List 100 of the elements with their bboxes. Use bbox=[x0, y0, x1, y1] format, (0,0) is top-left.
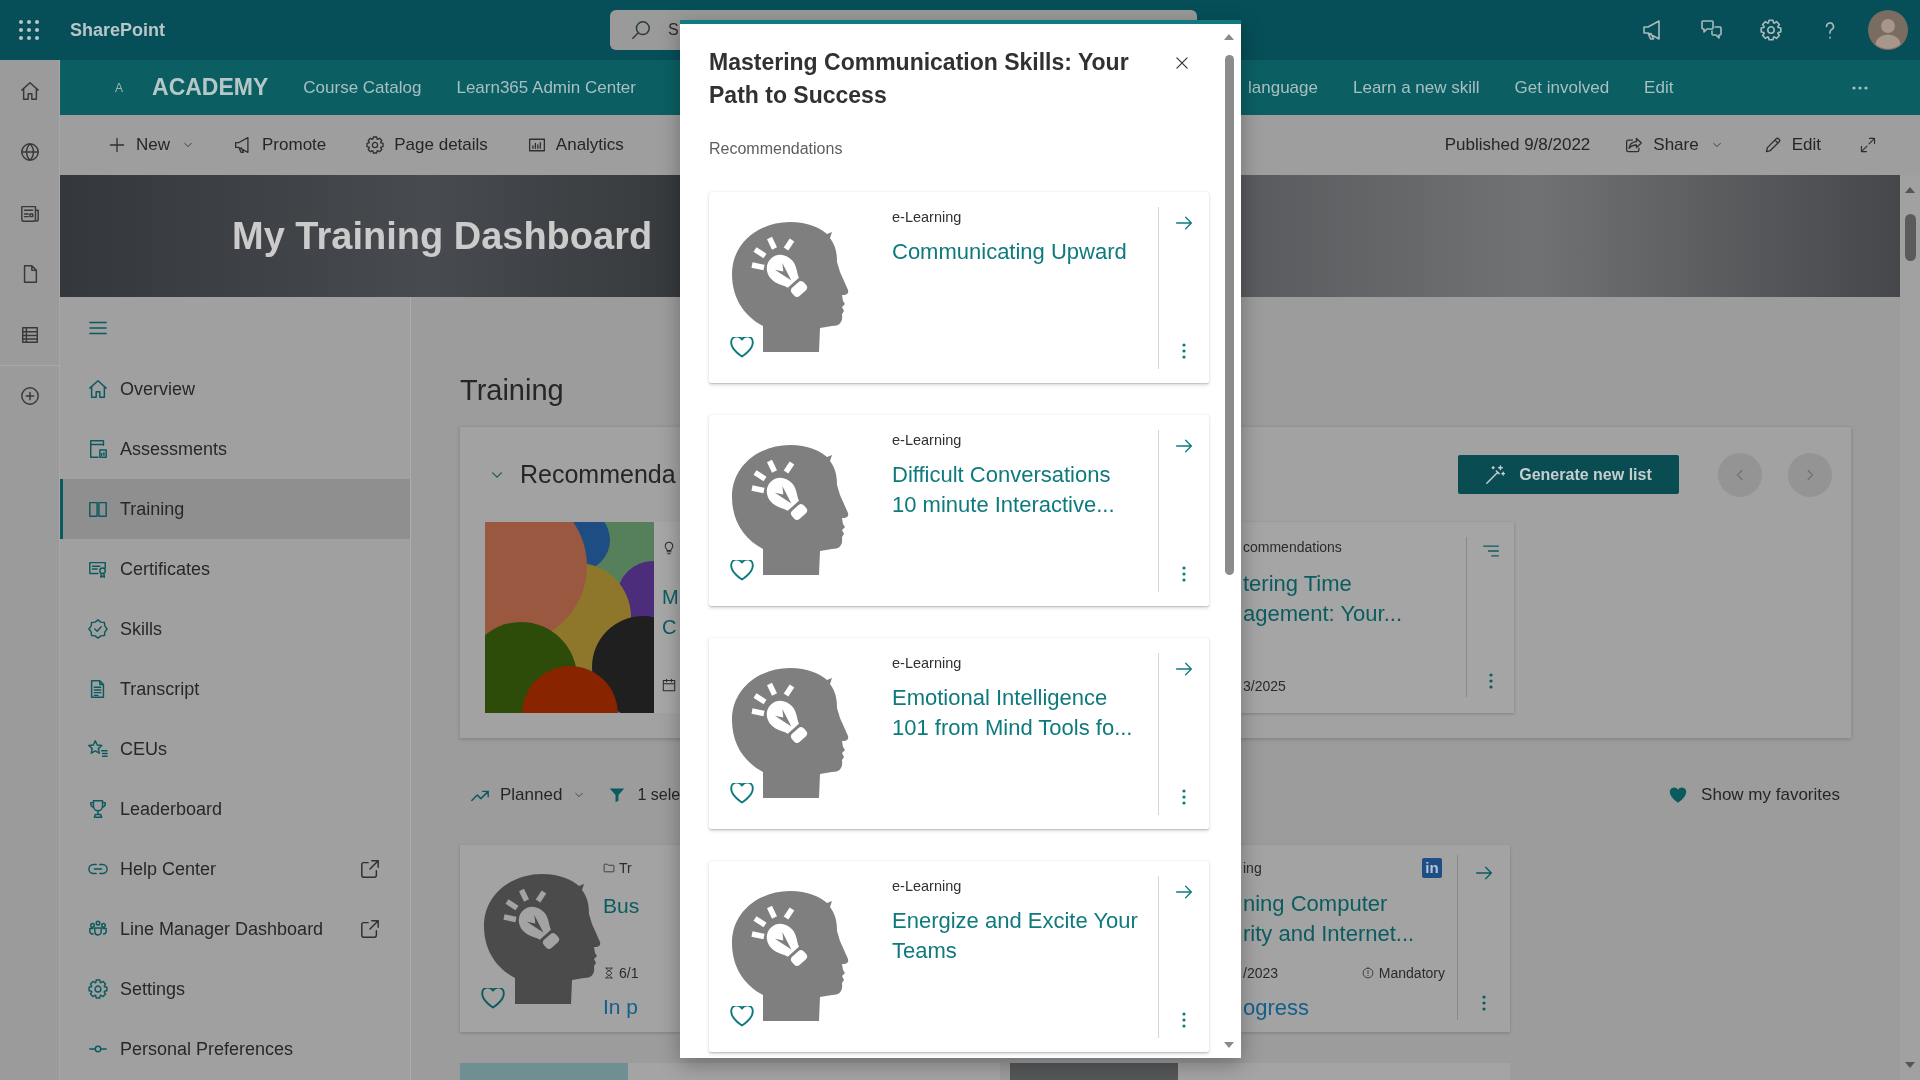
heart-icon[interactable] bbox=[730, 560, 754, 581]
nav-link[interactable]: Edit bbox=[1644, 77, 1674, 98]
arrow-right-icon[interactable] bbox=[1175, 437, 1193, 455]
gear-icon bbox=[366, 136, 385, 154]
external-link-icon[interactable] bbox=[360, 859, 380, 879]
search-icon bbox=[631, 20, 651, 40]
heart-icon[interactable] bbox=[481, 988, 505, 1009]
certificate-icon bbox=[88, 559, 108, 579]
course-title-link[interactable]: Communicating Upward bbox=[892, 237, 1127, 267]
course-card[interactable]: e-Learning Communicating Upward bbox=[709, 192, 1209, 383]
course-title-link[interactable]: Bus bbox=[603, 891, 640, 921]
heart-icon[interactable] bbox=[730, 337, 754, 358]
more-icon[interactable] bbox=[1182, 566, 1186, 582]
nav-item[interactable]: Help Center bbox=[60, 839, 410, 899]
nav-item[interactable]: CEUs bbox=[60, 719, 410, 779]
nav-link[interactable]: language bbox=[1248, 77, 1318, 98]
category-label: e-Learning bbox=[892, 654, 962, 673]
lightbulb-icon bbox=[662, 541, 676, 555]
waffle-icon[interactable] bbox=[19, 20, 39, 40]
arrow-right-icon[interactable] bbox=[1175, 883, 1193, 901]
nav-item[interactable]: Leaderboard bbox=[60, 779, 410, 839]
nav-item[interactable]: Skills bbox=[60, 599, 410, 659]
app-name[interactable]: SharePoint bbox=[70, 19, 166, 40]
wand-icon bbox=[1485, 464, 1506, 485]
expand-icon[interactable] bbox=[1860, 137, 1876, 153]
nav-link[interactable]: Course Catalog bbox=[303, 77, 422, 98]
scroll-down-icon[interactable] bbox=[1905, 1062, 1915, 1068]
more-icon[interactable] bbox=[1182, 343, 1186, 359]
nav-item[interactable]: Training bbox=[60, 479, 410, 539]
course-title-link[interactable]: Energize and Excite Your Teams bbox=[892, 906, 1138, 966]
more-icon[interactable] bbox=[1488, 673, 1493, 689]
course-card[interactable]: commendations tering Time agement: Your... 3/2025 bbox=[1241, 522, 1514, 713]
chat-bubbles-icon[interactable] bbox=[1700, 19, 1723, 41]
course-card[interactable]: e-Learning Difficult Conversations 10 minute Interactive... bbox=[709, 415, 1209, 606]
settings-icon[interactable] bbox=[1759, 19, 1782, 41]
course-card[interactable]: M C bbox=[485, 522, 680, 713]
nav-item[interactable]: Assessments bbox=[60, 419, 410, 479]
nav-item[interactable]: Overview bbox=[60, 359, 410, 419]
home-icon bbox=[88, 379, 108, 399]
more-icon[interactable] bbox=[1482, 995, 1486, 1011]
nav-item[interactable]: Settings bbox=[60, 959, 410, 1019]
course-card[interactable]: e-Learning Emotional Intelligence 101 from Mind Tools fo... bbox=[709, 638, 1209, 829]
category-label: e-Learning bbox=[892, 208, 962, 227]
sort-dropdown[interactable]: Planned bbox=[470, 779, 586, 811]
filter-button[interactable]: 1 sele bbox=[609, 779, 681, 811]
scroll-up-icon[interactable] bbox=[1224, 34, 1234, 40]
more-icon[interactable] bbox=[1182, 1012, 1186, 1028]
toolbar-button[interactable]: Analytics bbox=[519, 125, 632, 165]
section-heading: Training bbox=[460, 373, 565, 408]
due-date: /2023 bbox=[1243, 964, 1279, 983]
site-title[interactable]: ACADEMY bbox=[152, 74, 269, 101]
close-icon[interactable] bbox=[1174, 55, 1190, 71]
heart-icon[interactable] bbox=[730, 1006, 754, 1027]
calendar-icon bbox=[662, 678, 676, 692]
course-card[interactable]: e-Learning Energize and Excite Your Teams bbox=[709, 861, 1209, 1052]
nav-item[interactable]: Personal Preferences bbox=[60, 1019, 410, 1079]
page-title: My Training Dashboard bbox=[232, 214, 653, 258]
scrollbar-thumb[interactable] bbox=[1225, 55, 1234, 575]
site-logo[interactable]: A bbox=[115, 80, 123, 95]
external-link-icon[interactable] bbox=[360, 919, 380, 939]
published-date: Published 9/8/2022 bbox=[1444, 135, 1591, 155]
nav-link[interactable]: Get involved bbox=[1514, 77, 1610, 98]
folder-icon bbox=[603, 862, 615, 874]
category-label: ing bbox=[1243, 859, 1262, 878]
list-icon[interactable] bbox=[1481, 542, 1500, 560]
table-icon[interactable] bbox=[19, 324, 40, 345]
generate-list-button[interactable]: Generate new list bbox=[1458, 455, 1679, 494]
arrow-right-icon[interactable] bbox=[1175, 214, 1193, 232]
nav-item[interactable]: Certificates bbox=[60, 539, 410, 599]
share-button[interactable]: Share bbox=[1617, 125, 1731, 165]
more-icon[interactable] bbox=[1852, 85, 1868, 90]
toolbar-button[interactable]: Page details bbox=[358, 125, 496, 165]
nav-link[interactable]: Learn365 Admin Center bbox=[456, 77, 636, 98]
toolbar-button[interactable]: Promote bbox=[226, 125, 335, 165]
home-icon[interactable] bbox=[19, 80, 40, 101]
toolbar-button[interactable]: New bbox=[100, 125, 202, 165]
people-icon bbox=[88, 919, 108, 939]
avatar[interactable] bbox=[1868, 10, 1908, 50]
course-title-link[interactable]: Emotional Intelligence 101 from Mind Tools fo... bbox=[892, 683, 1133, 743]
arrow-right-icon[interactable] bbox=[1175, 660, 1193, 678]
course-card[interactable]: Tr Bus 6/1 In p bbox=[460, 845, 680, 1032]
favorites-toggle[interactable]: Show my favorites bbox=[1667, 779, 1840, 811]
course-card[interactable]: ing in ning Computer rity and Internet... /2023 Mandatory ogress bbox=[1241, 845, 1510, 1032]
course-title-link[interactable]: ning Computer rity and Internet... bbox=[1243, 889, 1445, 949]
nav-item[interactable]: Line Manager Dashboard bbox=[60, 899, 410, 959]
arrow-right-icon[interactable] bbox=[1475, 864, 1493, 882]
course-title-link[interactable]: tering Time agement: Your... bbox=[1243, 569, 1466, 629]
nav-item[interactable]: Transcript bbox=[60, 659, 410, 719]
globe-icon[interactable] bbox=[19, 141, 40, 162]
more-icon[interactable] bbox=[1182, 789, 1186, 805]
scroll-down-icon[interactable] bbox=[1224, 1042, 1234, 1048]
edit-button[interactable]: Edit bbox=[1755, 125, 1829, 165]
nav-link[interactable]: Learn a new skill bbox=[1352, 77, 1480, 98]
scroll-up-icon[interactable] bbox=[1905, 187, 1915, 193]
pencil-icon bbox=[1763, 136, 1782, 154]
course-title-link[interactable]: Difficult Conversations 10 minute Interactive... bbox=[892, 460, 1115, 520]
heart-icon[interactable] bbox=[730, 783, 754, 804]
megaphone-icon bbox=[234, 136, 252, 154]
scrollbar-thumb[interactable] bbox=[1904, 214, 1916, 261]
scrollbar[interactable] bbox=[1900, 175, 1920, 1080]
